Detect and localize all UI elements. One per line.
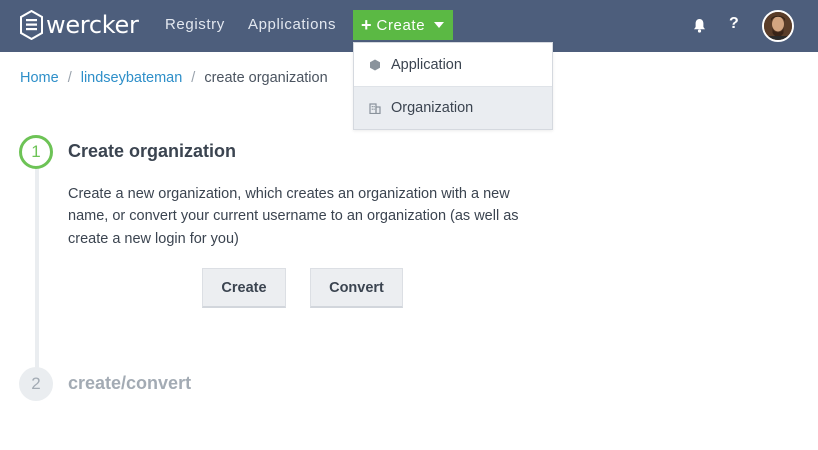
building-icon	[369, 103, 381, 114]
breadcrumb-separator: /	[191, 70, 196, 86]
caret-down-icon	[434, 22, 445, 28]
step-number-1: 1	[19, 135, 53, 169]
breadcrumb-user-link[interactable]: lindseybateman	[81, 70, 183, 86]
user-photo	[764, 12, 792, 40]
brand-name: wercker	[46, 11, 139, 39]
wercker-logo-icon	[20, 10, 43, 40]
menu-item-organization[interactable]: Organization	[354, 86, 552, 129]
create-button-label: Create	[376, 16, 426, 34]
hexagon-icon	[370, 59, 380, 70]
brand-logo[interactable]: wercker	[20, 9, 139, 41]
breadcrumb-separator: /	[67, 70, 72, 86]
help-icon[interactable]: ?	[729, 15, 739, 33]
create-menu-button[interactable]: + Create	[353, 10, 453, 40]
breadcrumb: Home / lindseybateman / create organizat…	[20, 70, 328, 86]
step-number-2: 2	[19, 367, 53, 401]
create-dropdown-menu: Application Organization	[353, 42, 553, 130]
breadcrumb-home-link[interactable]: Home	[20, 70, 59, 86]
menu-item-label: Organization	[391, 100, 474, 116]
convert-username-button[interactable]: Convert	[310, 268, 403, 308]
step-1-title: Create organization	[68, 141, 237, 161]
menu-item-label: Application	[391, 56, 462, 73]
nav-applications[interactable]: Applications	[248, 16, 336, 33]
create-organization-button[interactable]: Create	[202, 268, 286, 308]
plus-icon: +	[361, 15, 372, 35]
bell-icon[interactable]	[693, 18, 706, 33]
menu-item-application[interactable]: Application	[354, 43, 552, 86]
step-connector-line	[35, 168, 39, 368]
step-1-description: Create a new organization, which creates…	[68, 186, 519, 247]
avatar[interactable]	[762, 10, 794, 42]
nav-registry[interactable]: Registry	[165, 16, 225, 33]
breadcrumb-current: create organization	[204, 70, 328, 86]
step-2-title: create/convert	[68, 373, 192, 393]
